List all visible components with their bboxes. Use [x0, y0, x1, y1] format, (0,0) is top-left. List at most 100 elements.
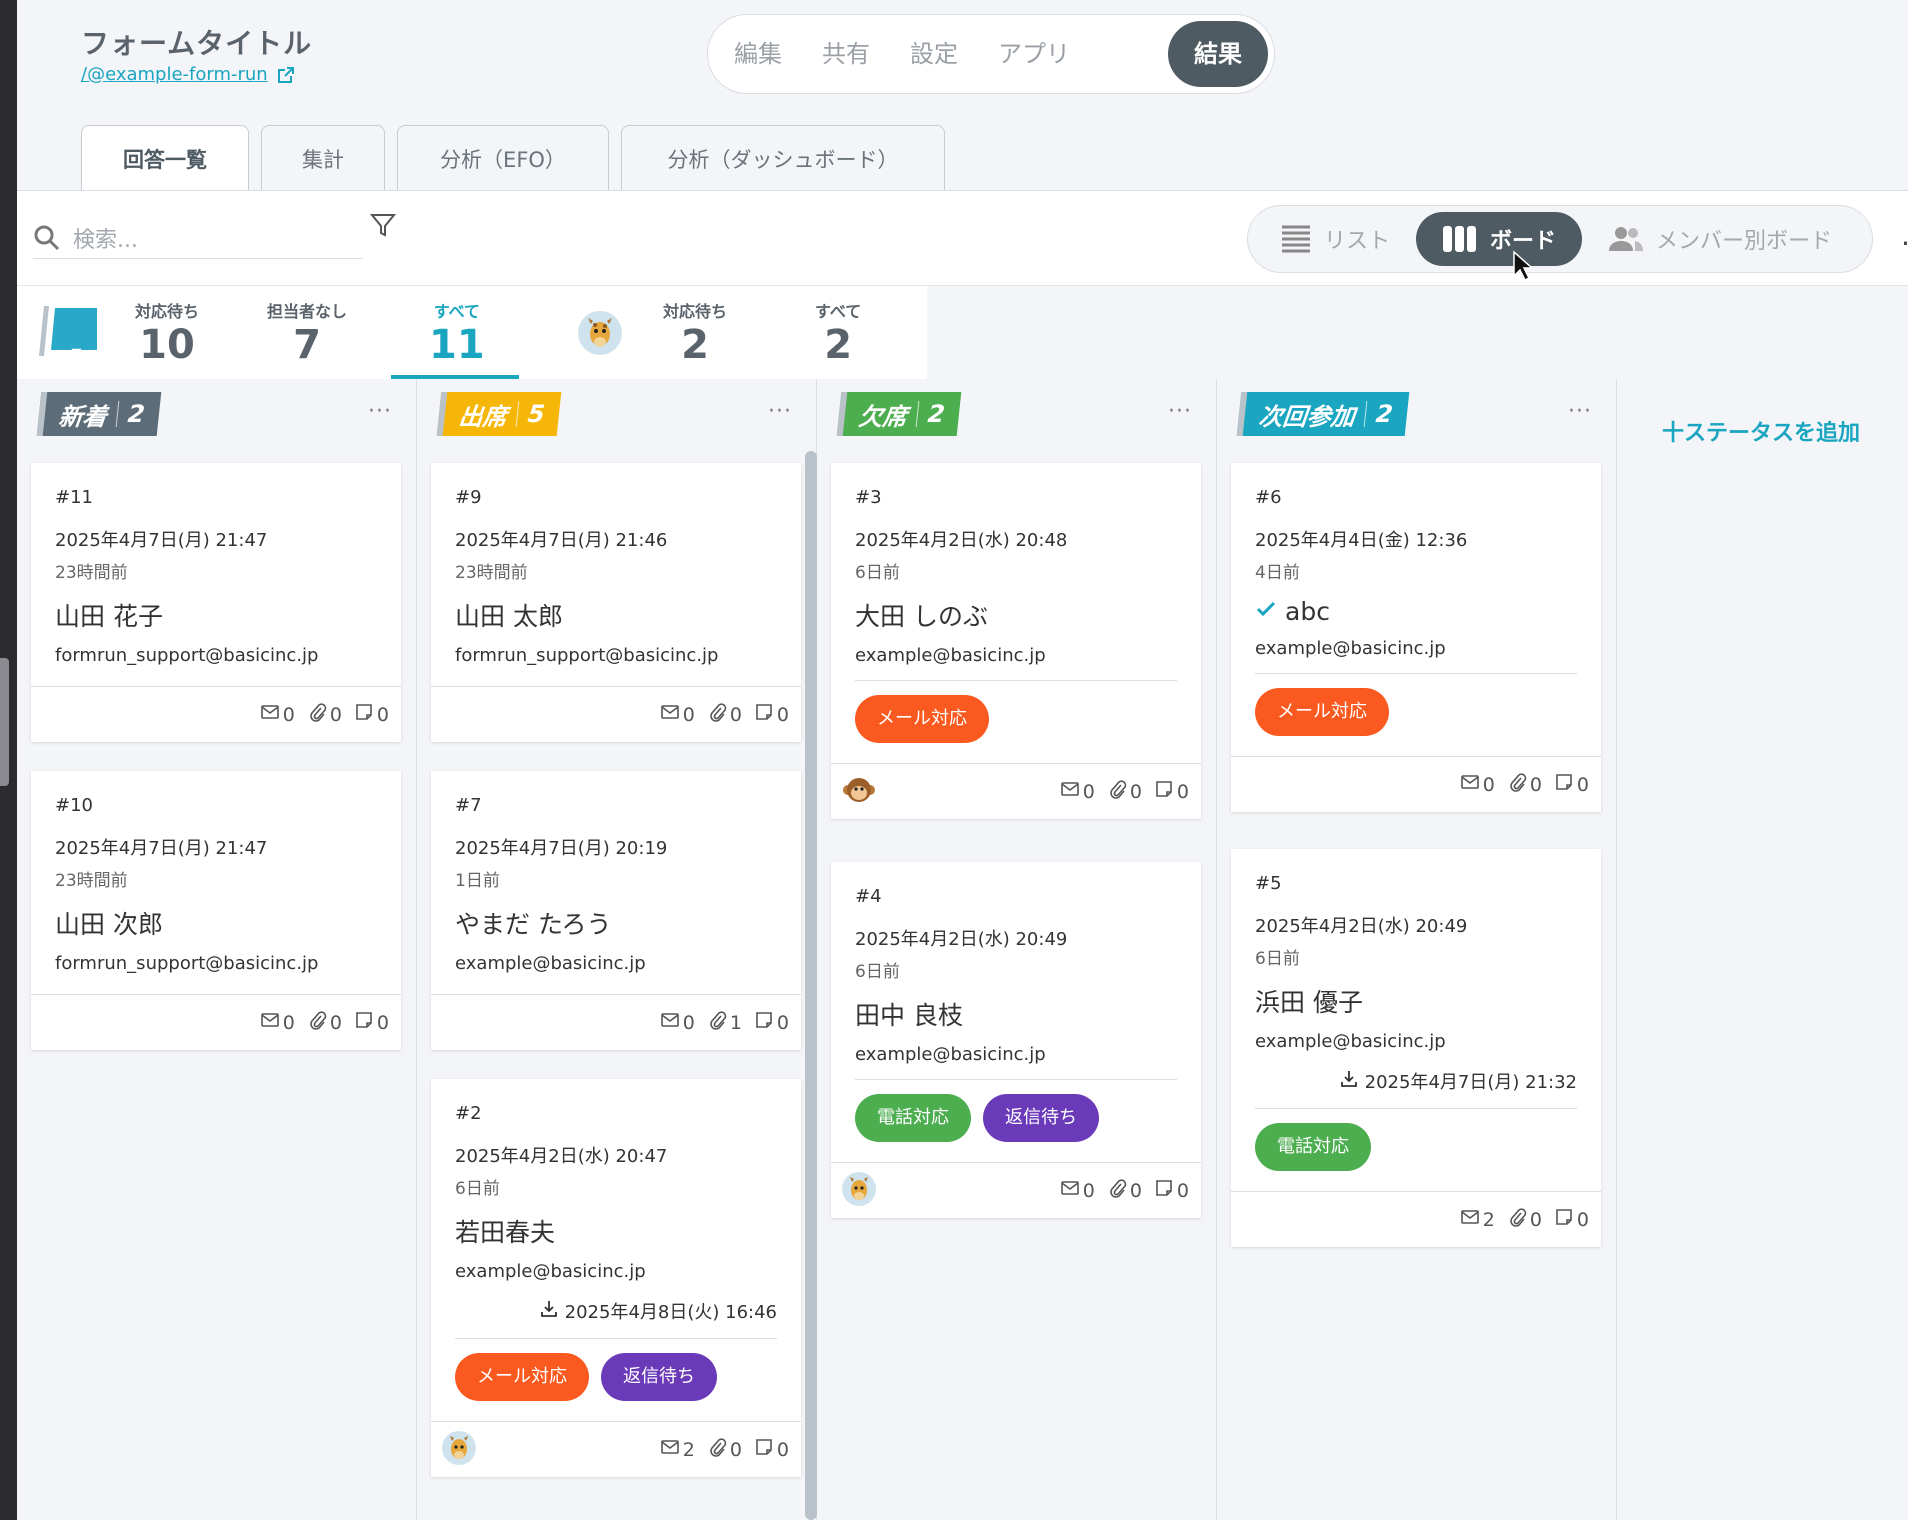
memo-icon: [754, 702, 774, 727]
column-header[interactable]: 欠席 2: [833, 391, 962, 437]
column-header[interactable]: 出席 5: [433, 391, 562, 437]
giraffe-avatar-icon[interactable]: [577, 310, 623, 356]
status-tag[interactable]: 返信待ち: [983, 1094, 1099, 1142]
view-list[interactable]: リスト: [1254, 212, 1416, 266]
column-header[interactable]: 新着 2: [33, 391, 162, 437]
sidebar-resize-handle[interactable]: [0, 658, 9, 786]
card-name-text: 山田 次郎: [55, 910, 163, 939]
column-count: 2: [126, 400, 147, 428]
stat-member-all-label: すべて: [815, 302, 862, 321]
stat-unassigned-count: 7: [293, 322, 321, 368]
response-card[interactable]: #6 2025年4月4日(金) 12:36 4日前 abc example@basici…: [1231, 463, 1601, 812]
giraffe-avatar-icon[interactable]: [441, 1430, 477, 1470]
view-board[interactable]: ボード: [1416, 212, 1583, 266]
card-date: 2025年4月7日(月) 20:19: [455, 838, 668, 859]
card-relative-time: 4日前: [1255, 563, 1300, 583]
search-input[interactable]: 検索...: [73, 222, 138, 254]
response-card[interactable]: #11 2025年4月7日(月) 21:47 23時間前 山田 花子 formrun_s…: [31, 463, 401, 742]
giraffe-avatar-icon[interactable]: [841, 1171, 877, 1211]
view-member-board[interactable]: メンバー別ボード: [1582, 212, 1858, 266]
tab-dashboard[interactable]: 分析（ダッシュボード）: [621, 125, 945, 191]
mode-edit[interactable]: 編集: [714, 21, 802, 87]
card-relative-time: 6日前: [455, 1179, 500, 1199]
tab-summary[interactable]: 集計: [261, 125, 385, 191]
monkey-avatar-icon[interactable]: [841, 772, 877, 812]
mail-icon: [260, 702, 280, 727]
stat-member-all[interactable]: すべて 2: [815, 298, 861, 368]
card-footer: 0 0 0: [831, 1162, 1201, 1218]
stat-unassigned[interactable]: 担当者なし 7: [267, 298, 347, 368]
response-card[interactable]: #4 2025年4月2日(水) 20:49 6日前 田中 良枝 example@basi…: [831, 862, 1201, 1218]
memo-count-value: 0: [376, 1011, 389, 1034]
memo-count-value: 0: [376, 703, 389, 726]
column-scrollbar[interactable]: [805, 451, 817, 1520]
column-name: 出席: [457, 402, 509, 431]
memo-count: 0: [1554, 1207, 1589, 1232]
column-more-icon[interactable]: ···: [368, 399, 392, 424]
attachment-count-value: 0: [729, 703, 742, 726]
mode-results[interactable]: 結果: [1168, 21, 1268, 87]
response-card[interactable]: #7 2025年4月7日(月) 20:19 1日前 やまだ たろう example@ba…: [431, 771, 801, 1050]
stat-pending[interactable]: 対応待ち 10: [135, 298, 199, 368]
card-received-text: 2025年4月8日(火) 16:46: [564, 1302, 777, 1323]
response-card[interactable]: #9 2025年4月7日(月) 21:46 23時間前 山田 太郎 formrun_su…: [431, 463, 801, 742]
view-list-label: リスト: [1324, 229, 1391, 254]
tab-efo[interactable]: 分析（EFO）: [397, 125, 609, 191]
memo-count-value: 0: [1176, 780, 1189, 803]
mail-count: 2: [660, 1437, 695, 1462]
card-name: 若田春夫: [455, 1213, 777, 1249]
mode-share[interactable]: 共有: [802, 21, 890, 87]
card-number: #2: [455, 1103, 482, 1124]
memo-icon: [354, 1010, 374, 1035]
status-tag[interactable]: 電話対応: [855, 1094, 971, 1142]
mail-count-value: 0: [682, 1011, 695, 1034]
search-box[interactable]: 検索...: [33, 217, 363, 259]
status-tag[interactable]: メール対応: [855, 695, 989, 743]
card-footer: 2 0 0: [1231, 1191, 1601, 1247]
stat-member-pending[interactable]: 対応待ち 2: [663, 298, 727, 368]
mode-settings[interactable]: 設定: [890, 21, 978, 87]
status-tag[interactable]: 電話対応: [1255, 1123, 1371, 1171]
paperclip-icon: [707, 702, 727, 727]
form-link-text[interactable]: /@example-form-run: [81, 64, 268, 85]
external-link-icon: [277, 66, 294, 83]
view-switch: リスト ボード メンバー別ボード: [1247, 205, 1873, 273]
response-card[interactable]: #2 2025年4月2日(水) 20:47 6日前 若田春夫 example@basic…: [431, 1079, 801, 1477]
column-more-icon[interactable]: ···: [1168, 399, 1192, 424]
mode-apps[interactable]: アプリ: [978, 21, 1090, 87]
add-status-button[interactable]: 十ステータスを追加: [1662, 415, 1860, 447]
view-member-board-label: メンバー別ボード: [1656, 229, 1833, 254]
mail-count-value: 0: [282, 703, 295, 726]
status-tag[interactable]: メール対応: [455, 1353, 589, 1401]
attachment-count: 0: [707, 702, 742, 727]
response-card[interactable]: #10 2025年4月7日(月) 21:47 23時間前 山田 次郎 formrun_s…: [31, 771, 401, 1050]
board-icon: [1443, 226, 1477, 252]
mail-count: 0: [1460, 772, 1495, 797]
card-name: 浜田 優子: [1255, 983, 1577, 1019]
tag-icon: _: [39, 306, 97, 356]
mail-count: 0: [1060, 1178, 1095, 1203]
card-received-date: 2025年4月7日(月) 21:32: [1255, 1068, 1577, 1094]
column-more-icon[interactable]: ···: [1568, 399, 1592, 424]
card-name: 山田 次郎: [55, 905, 377, 941]
card-counts: 0 0 0: [260, 702, 389, 727]
mail-count-value: 0: [1082, 1179, 1095, 1202]
attachment-count: 0: [307, 702, 342, 727]
more-menu-icon[interactable]: ···: [1901, 227, 1908, 260]
form-link[interactable]: /@example-form-run: [81, 64, 296, 85]
column-more-icon[interactable]: ···: [768, 399, 792, 424]
column-header[interactable]: 次回参加 2: [1233, 391, 1410, 437]
filter-icon[interactable]: [369, 211, 397, 239]
card-number: #5: [1255, 873, 1282, 894]
status-tag[interactable]: 返信待ち: [601, 1353, 717, 1401]
status-column: 新着 2 ··· #11 2025年4月7日(月) 21:47 23時間前 山田 花子 for…: [17, 379, 417, 1520]
status-tag[interactable]: メール対応: [1255, 688, 1389, 736]
memo-icon: [1554, 1207, 1574, 1232]
response-card[interactable]: #5 2025年4月2日(水) 20:49 6日前 浜田 優子 example@basi…: [1231, 849, 1601, 1247]
download-icon: [539, 1299, 559, 1324]
response-card[interactable]: #3 2025年4月2日(水) 20:48 6日前 大田 しのぶ example@bas…: [831, 463, 1201, 819]
card-name: やまだ たろう: [455, 905, 777, 941]
mail-count-value: 2: [1482, 1208, 1495, 1231]
stat-all[interactable]: すべて 11: [429, 298, 485, 368]
tab-responses[interactable]: 回答一覧: [81, 125, 249, 192]
